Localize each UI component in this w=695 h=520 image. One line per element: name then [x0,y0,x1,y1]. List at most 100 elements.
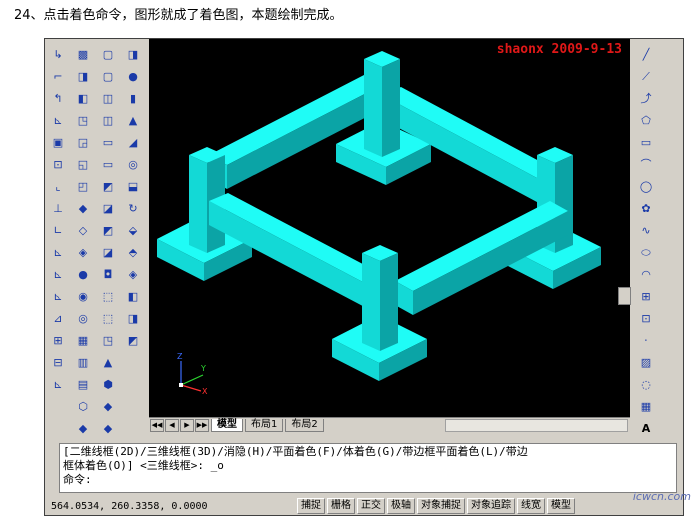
ne-iso-icon[interactable]: ◩ [98,220,118,240]
model-toggle[interactable]: 模型 [547,498,575,514]
gouraud-icon[interactable]: ⬢ [98,374,118,394]
ucs-world-icon[interactable]: ⌐ [48,66,68,86]
top-view-icon[interactable]: ▢ [98,44,118,64]
2d-wire-icon[interactable]: ⬚ [98,286,118,306]
ucs-zaxis-icon[interactable]: ⊥ [48,198,68,218]
lineweight-toggle[interactable]: 线宽 [517,498,545,514]
color-faces-icon[interactable]: ● [73,264,93,284]
vertical-scrollbar-thumb[interactable] [618,287,631,305]
ucs-apply-icon[interactable]: ⊿ [48,308,68,328]
line-icon[interactable]: ╱ [636,44,656,64]
ucs-y-icon[interactable]: ⊾ [48,264,68,284]
box-icon[interactable]: ◨ [123,44,143,64]
make-block-icon[interactable]: ⊡ [636,308,656,328]
offset-faces-icon[interactable]: ◱ [73,154,93,174]
ucs-object-icon[interactable]: ⊾ [48,110,68,130]
flat-shade-icon[interactable]: ▲ [98,352,118,372]
first-tab-button[interactable]: ◀◀ [150,418,164,432]
imprint-icon[interactable]: ◎ [73,308,93,328]
flat-edges-icon[interactable]: ◆ [98,396,118,416]
otrack-toggle[interactable]: 对象追踪 [467,498,515,514]
circle-icon[interactable]: ◯ [636,176,656,196]
ucs-x-icon[interactable]: ⊾ [48,242,68,262]
grid-toggle[interactable]: 栅格 [327,498,355,514]
sw-iso-icon[interactable]: ◩ [98,176,118,196]
ucs-named-icon[interactable]: ⊞ [48,330,68,350]
command-prompt[interactable]: 命令: [63,473,673,487]
move-faces-icon[interactable]: ◲ [73,132,93,152]
arc-icon[interactable]: ⌒ [636,154,656,174]
camera-icon[interactable]: ◘ [98,264,118,284]
revcloud-icon[interactable]: ✿ [636,198,656,218]
prev-tab-button[interactable]: ◀ [165,418,179,432]
back-view-icon[interactable]: ▭ [98,154,118,174]
copy-edges-icon[interactable]: ◉ [73,286,93,306]
osnap-toggle[interactable]: 对象捕捉 [417,498,465,514]
interfere-icon[interactable]: ◈ [123,264,143,284]
ellipse-arc-icon[interactable]: ◠ [636,264,656,284]
clean-icon[interactable]: ▦ [73,330,93,350]
right-view-icon[interactable]: ◫ [98,110,118,130]
union-icon[interactable]: ▩ [73,44,93,64]
ucs-manager-icon[interactable]: ⊟ [48,352,68,372]
ortho-toggle[interactable]: 正交 [357,498,385,514]
drawing-canvas[interactable]: shaonx 2009-9-13 .t{fill:#1ffcf6}.l{fill… [149,39,630,417]
table-icon[interactable]: ▦ [636,396,656,416]
setup-drawing-icon[interactable]: ◧ [123,286,143,306]
left-view-icon[interactable]: ◫ [98,88,118,108]
delete-faces-icon[interactable]: ◰ [73,176,93,196]
shell-icon[interactable]: ▤ [73,374,93,394]
spline-icon[interactable]: ∿ [636,220,656,240]
next-tab-button[interactable]: ▶ [180,418,194,432]
text-icon[interactable]: A [636,418,656,438]
point-icon[interactable]: ⋅ [636,330,656,350]
tab-layout1[interactable]: 布局1 [245,418,284,432]
horizontal-scrollbar[interactable] [445,419,628,432]
tab-model[interactable]: 模型 [211,418,243,432]
ray-icon[interactable]: ⟋ [636,66,656,86]
intersect-icon[interactable]: ◧ [73,88,93,108]
ucs-icon[interactable]: ↳ [48,44,68,64]
last-tab-button[interactable]: ▶▶ [195,418,209,432]
ucs-z-icon[interactable]: ⊾ [48,286,68,306]
bottom-view-icon[interactable]: ▢ [98,66,118,86]
cone-icon[interactable]: ▲ [123,110,143,130]
polar-toggle[interactable]: 极轴 [387,498,415,514]
hidden-icon[interactable]: ◳ [98,330,118,350]
cylinder-icon[interactable]: ▮ [123,88,143,108]
extrude-faces-icon[interactable]: ◳ [73,110,93,130]
ucs-prev-icon[interactable]: ↰ [48,88,68,108]
ucs-face-icon[interactable]: ▣ [48,132,68,152]
rotate-faces-icon[interactable]: ◆ [73,198,93,218]
snap-toggle[interactable]: 捕捉 [297,498,325,514]
wedge-icon[interactable]: ◢ [123,132,143,152]
sphere-icon[interactable]: ● [123,66,143,86]
setup-profile-icon[interactable]: ◩ [123,330,143,350]
ucs-3point-icon[interactable]: ∟ [48,220,68,240]
ellipse-icon[interactable]: ⬭ [636,242,656,262]
ucs-view-icon[interactable]: ⊡ [48,154,68,174]
rectangle-icon[interactable]: ▭ [636,132,656,152]
revolve-icon[interactable]: ↻ [123,198,143,218]
slice-icon[interactable]: ⬙ [123,220,143,240]
3d-wire-icon[interactable]: ⬚ [98,308,118,328]
subtract-icon[interactable]: ◨ [73,66,93,86]
front-view-icon[interactable]: ▭ [98,132,118,152]
check-icon[interactable]: ⬡ [73,396,93,416]
polyline-icon[interactable]: ⤴ [636,88,656,108]
torus-icon[interactable]: ◎ [123,154,143,174]
tab-layout2[interactable]: 布局2 [285,418,324,432]
ucs-save-icon[interactable]: ⊾ [48,374,68,394]
command-window[interactable]: [二维线框(2D)/三维线框(3D)/消隐(H)/平面着色(F)/体着色(G)/… [59,443,677,493]
nw-iso-icon[interactable]: ◪ [98,242,118,262]
se-iso-icon[interactable]: ◪ [98,198,118,218]
hatch-icon[interactable]: ▨ [636,352,656,372]
taper-faces-icon[interactable]: ◇ [73,220,93,240]
hide-icon[interactable]: ◆ [73,418,93,438]
gouraud-edges-icon[interactable]: ◆ [98,418,118,438]
section-icon[interactable]: ⬘ [123,242,143,262]
separate-icon[interactable]: ▥ [73,352,93,372]
ucs-origin-icon[interactable]: ⌞ [48,176,68,196]
insert-block-icon[interactable]: ⊞ [636,286,656,306]
copy-faces-icon[interactable]: ◈ [73,242,93,262]
